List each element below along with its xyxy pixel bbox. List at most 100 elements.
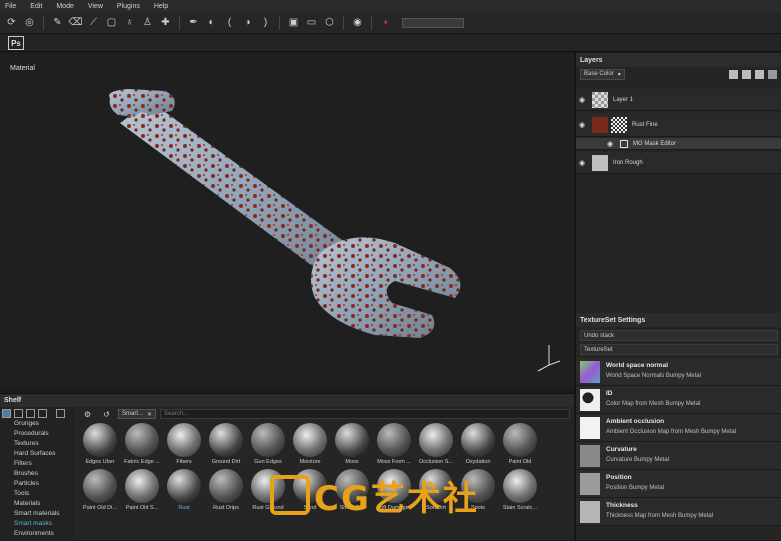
environment-icon[interactable]: ◖ <box>378 15 393 30</box>
layer-name: Iron Rough <box>613 159 643 166</box>
channel-title: World space normal <box>606 362 669 369</box>
grid-icon[interactable] <box>14 409 23 418</box>
channel-ambient-occlusion[interactable]: Ambient occlusion Ambient Occlusion Map f… <box>576 414 781 442</box>
channel-world-normal[interactable]: World space normal World Space Normals Bu… <box>576 358 781 386</box>
display-icon[interactable]: ▭ <box>304 15 319 30</box>
channel-thumbnail <box>580 361 600 383</box>
shelf-item[interactable]: Moss <box>332 423 372 469</box>
add-layer-icon[interactable] <box>729 69 738 79</box>
eye-icon[interactable]: ◉ <box>576 121 588 129</box>
color-picker-icon[interactable]: ✚ <box>158 15 173 30</box>
category-smart-materials[interactable]: Smart materials <box>0 510 74 520</box>
render-icon[interactable]: ◉ <box>350 15 365 30</box>
channel-id[interactable]: ID Color Map from Mesh Bumpy Metal <box>576 386 781 414</box>
mode-icon[interactable]: ⟳ <box>4 15 19 30</box>
menu-view[interactable]: View <box>88 3 103 10</box>
close-icon[interactable]: ✕ <box>147 411 152 418</box>
category-hard-surfaces[interactable]: Hard Surfaces <box>0 450 74 460</box>
menu-mode[interactable]: Mode <box>56 3 74 10</box>
shelf-item[interactable]: Gun Edges <box>248 423 288 469</box>
filter-icon[interactable]: ⚙ <box>80 407 95 422</box>
projection-icon[interactable]: ⟋ <box>86 15 101 30</box>
category-textures[interactable]: Textures <box>0 440 74 450</box>
polygon-fill-icon[interactable]: ▢ <box>104 15 119 30</box>
shelf-item[interactable]: Rust <box>164 469 204 515</box>
layer-row-effect[interactable]: ◉ MG Mask Editor <box>576 138 781 150</box>
category-materials[interactable]: Materials <box>0 500 74 510</box>
channel-curvature[interactable]: Curvature Curvature Bumpy Metal <box>576 442 781 470</box>
lazy-mouse-icon[interactable]: ( <box>222 15 237 30</box>
delete-layer-icon[interactable] <box>768 69 777 79</box>
eye-icon[interactable]: ◉ <box>604 140 616 148</box>
exposure-slider[interactable] <box>402 17 464 28</box>
import-icon[interactable] <box>26 409 35 418</box>
eye-icon[interactable]: ◉ <box>576 159 588 167</box>
layer-row[interactable]: ◉ Layer 1 <box>576 89 781 111</box>
export-icon[interactable] <box>56 409 65 418</box>
category-particles[interactable]: Particles <box>0 480 74 490</box>
shelf-item[interactable]: Moisture <box>290 423 330 469</box>
shelf-item[interactable]: Paint Old S... <box>122 469 162 515</box>
menu-plugins[interactable]: Plugins <box>117 3 140 10</box>
add-effect-icon[interactable] <box>755 69 764 79</box>
textureset-field[interactable]: TextureSet <box>580 344 778 355</box>
shelf-item[interactable]: Rust Drips <box>206 469 246 515</box>
refresh-icon[interactable]: ↺ <box>99 407 114 422</box>
paint-mode-icon[interactable]: ) <box>258 15 273 30</box>
layers-toolbar: Base Color ▾ <box>576 67 781 81</box>
eraser-icon[interactable]: ⌫ <box>68 15 83 30</box>
shelf-item[interactable]: Fabric Edge ... <box>122 423 162 469</box>
layer-row[interactable]: ◉ Iron Rough <box>576 152 781 174</box>
layer-name: Rust Fine <box>632 121 658 128</box>
photoshop-export-icon[interactable]: Ps <box>8 36 24 50</box>
layer-row[interactable]: ◉ Rust Fine <box>576 113 781 137</box>
preview-sphere <box>167 469 201 503</box>
wrench-model <box>109 89 561 372</box>
shelf-item[interactable]: Edges Uber <box>80 423 120 469</box>
folder-icon[interactable] <box>2 409 11 418</box>
filter-chip[interactable]: Smart... ✕ <box>118 409 157 419</box>
right-panel: Layers Base Color ▾ ◉ Layer 1 ◉ Rust Fin… <box>575 53 781 540</box>
preview-sphere <box>293 423 327 457</box>
filter-chip-label: Smart... <box>122 411 144 417</box>
shelf-item[interactable]: Ground Dirt <box>206 423 246 469</box>
channel-thickness[interactable]: Thickness Thickness Map from Mesh Bumpy M… <box>576 498 781 526</box>
category-smart-masks[interactable]: Smart masks <box>0 520 74 530</box>
symmetry-icon[interactable]: ◐ <box>204 15 219 30</box>
list-icon[interactable] <box>38 409 47 418</box>
menu-edit[interactable]: Edit <box>30 3 42 10</box>
clone-icon[interactable]: ♙ <box>140 15 155 30</box>
brush-icon[interactable]: ✎ <box>50 15 65 30</box>
category-environments[interactable]: Environments <box>0 530 74 540</box>
shelf-item[interactable]: Paint Old Di... <box>80 469 120 515</box>
sphere-icon[interactable]: ◎ <box>22 15 37 30</box>
cube-icon[interactable]: ⬡ <box>322 15 337 30</box>
camera-icon[interactable]: ▣ <box>286 15 301 30</box>
category-tools[interactable]: Tools <box>0 490 74 500</box>
channel-dropdown[interactable]: Base Color ▾ <box>580 68 625 80</box>
shelf-item[interactable]: Fibers <box>164 423 204 469</box>
channel-position[interactable]: Position Position Bumpy Metal <box>576 470 781 498</box>
category-brushes[interactable]: Brushes <box>0 470 74 480</box>
3d-viewport[interactable]: Material <box>0 53 574 388</box>
shelf-item[interactable]: Moss From ... <box>374 423 414 469</box>
shelf-item[interactable]: Oxydation <box>458 423 498 469</box>
mirror-icon[interactable]: ◑ <box>240 15 255 30</box>
channel-thumbnail <box>580 389 600 411</box>
shelf-item[interactable]: Occlusion S... <box>416 423 456 469</box>
category-filters[interactable]: Filters <box>0 460 74 470</box>
layer-name: Layer 1 <box>613 96 634 103</box>
smudge-icon[interactable]: ♁ <box>122 15 137 30</box>
shelf-item[interactable]: Paint Old <box>500 423 540 469</box>
pen-icon[interactable]: ✒ <box>186 15 201 30</box>
category-grunges[interactable]: Grunges <box>0 420 74 430</box>
menu-file[interactable]: File <box>5 3 16 10</box>
shelf-item-label: Moss From ... <box>377 459 411 465</box>
shelf-search-input[interactable]: Search... <box>160 409 571 419</box>
category-procedurals[interactable]: Procedurals <box>0 430 74 440</box>
eye-icon[interactable]: ◉ <box>576 96 588 104</box>
add-mask-icon[interactable] <box>742 69 751 79</box>
undo-stack-field[interactable]: Undo stack <box>580 330 778 341</box>
menu-help[interactable]: Help <box>154 3 168 10</box>
shelf-title: Shelf <box>0 394 574 407</box>
